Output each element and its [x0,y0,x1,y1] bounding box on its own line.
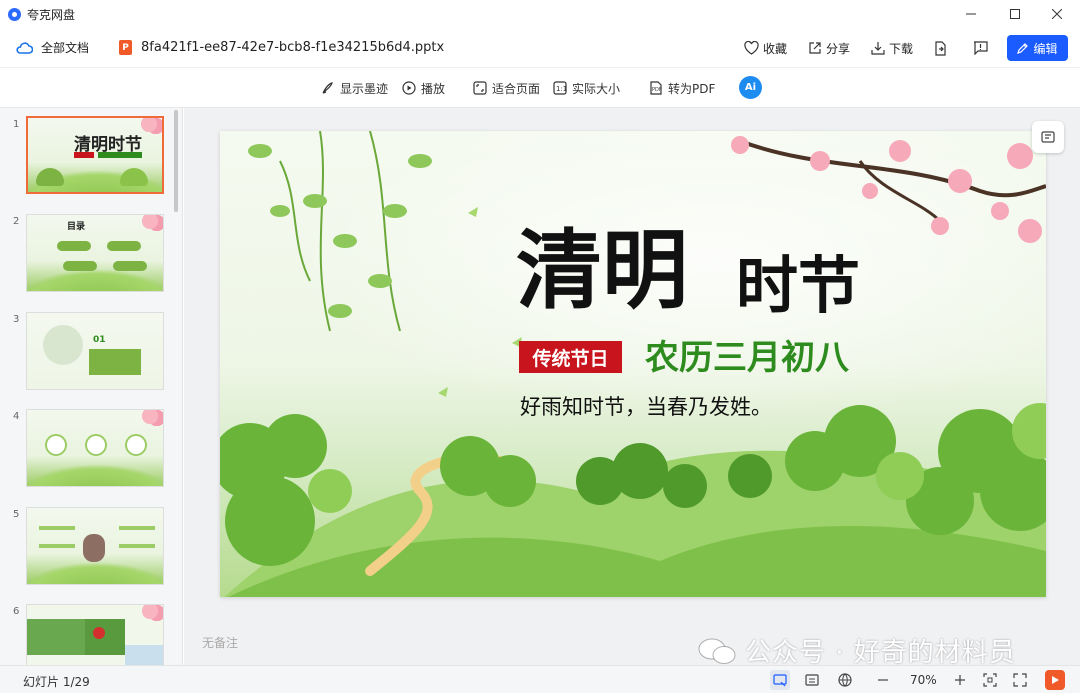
all-documents-link[interactable]: 全部文档 [16,39,89,56]
thumbnail-number: 6 [13,606,20,617]
zoom-out-button[interactable] [873,670,893,690]
slideshow-play-button[interactable] [1045,670,1065,690]
edit-button[interactable]: 编辑 [1007,35,1068,61]
download-label: 下载 [889,41,914,56]
share-button[interactable]: 分享 [808,28,850,68]
fullscreen-button[interactable] [1010,670,1030,690]
svg-text:1:1: 1:1 [556,85,567,93]
convert-pdf-button[interactable]: PDF 转为PDF [649,68,715,108]
slide-title: 清明 [516,221,688,321]
feedback-button[interactable] [973,28,992,68]
close-icon [1052,9,1062,19]
normal-view-icon [773,674,787,687]
slide-title-suffix: 时节 [736,249,861,322]
all-documents-label: 全部文档 [41,41,90,55]
notes-placeholder: 无备注 [202,636,239,650]
show-ink-button[interactable]: 显示墨迹 [321,68,388,108]
slide-tag-badge: 传统节日 [519,341,622,373]
ai-assistant-button[interactable]: Ai [739,76,762,99]
minimize-icon [966,13,976,15]
close-button[interactable] [1034,0,1080,28]
play-circle-icon [402,81,416,95]
pencil-icon [1017,43,1029,54]
export-button[interactable] [934,28,951,68]
minus-icon [878,679,888,681]
maximize-icon [1010,9,1020,19]
pptx-file-icon: P [119,40,133,55]
play-button[interactable]: 播放 [402,68,445,108]
language-button[interactable] [835,670,855,690]
thumbnail-number: 5 [13,509,20,520]
zoom-level[interactable]: 70% [910,673,937,687]
slide-thumbnail-4[interactable] [26,409,164,487]
favorite-button[interactable]: 收藏 [744,28,787,68]
thumbnail-number: 4 [13,411,20,422]
thumbnail-title: 01 [93,335,106,345]
thumbnail-number: 3 [13,314,20,325]
file-export-icon [935,40,946,56]
app-logo [8,7,21,21]
notes-view-button[interactable] [802,670,822,690]
play-label: 播放 [421,81,446,96]
normal-view-button[interactable] [770,670,790,690]
file-name: 8fa421f1-ee87-42e7-bcb8-f1e34215b6d4.ppt… [141,40,445,55]
actual-size-icon: 1:1 [553,81,567,95]
fit-page-label: 适合页面 [492,81,541,96]
title-bar: 夸克网盘 [0,0,1080,28]
layout-icon [1041,131,1055,143]
slide-poem: 好雨知时节，当春乃发姓。 [520,395,772,419]
slide-thumbnail-6[interactable] [26,604,164,665]
app-title: 夸克网盘 [27,7,76,22]
heart-icon [744,41,759,55]
plus-icon [955,675,965,685]
play-icon [1052,676,1059,684]
share-label: 分享 [826,41,851,56]
actual-size-label: 实际大小 [572,81,621,96]
show-ink-label: 显示墨迹 [340,81,389,96]
download-icon [871,42,885,55]
slide-thumbnail-3[interactable]: 01 [26,312,164,390]
thumbnail-number: 1 [13,119,20,130]
slide-thumbnails-panel[interactable]: 1 清明时节 2 目录 3 01 4 5 6 [0,108,183,665]
fullscreen-icon [1013,673,1027,687]
thumbnails-scrollbar[interactable] [174,110,178,212]
notes-icon [805,674,819,686]
slide-scenery-graphic [220,131,1046,597]
zoom-in-button[interactable] [950,670,970,690]
svg-text:PDF: PDF [652,87,662,93]
thumbnail-number: 2 [13,216,20,227]
maximize-button[interactable] [992,0,1038,28]
slide-preview: 清明 时节 传统节日 农历三月初八 好雨知时节，当春乃发姓。 [220,131,1046,597]
feedback-icon [974,41,988,55]
slide-thumbnail-5[interactable] [26,507,164,585]
edit-label: 编辑 [1033,41,1058,56]
cloud-icon [16,42,33,54]
fit-page-icon [473,81,487,95]
slide-options-button[interactable] [1032,121,1064,153]
slide-counter: 幻灯片 1/29 [23,675,90,689]
wechat-icon [698,638,736,664]
download-button[interactable]: 下载 [871,28,913,68]
slide-thumbnail-2[interactable]: 目录 [26,214,164,292]
thumbnail-title: 目录 [67,222,86,232]
favorite-label: 收藏 [763,41,788,56]
minimize-button[interactable] [948,0,994,28]
watermark: 公众号 · 好奇的材料员 [697,632,1016,669]
pdf-icon: PDF [650,81,662,95]
status-bar: 幻灯片 1/29 70% [0,665,1080,693]
share-icon [809,42,821,54]
viewer-toolbar: 显示墨迹 播放 适合页面 1:1 实际大小 PDF 转为PDF [0,68,1080,108]
fit-screen-button[interactable] [980,670,1000,690]
document-header: 全部文档 P 8fa421f1-ee87-42e7-bcb8-f1e34215b… [0,28,1080,68]
ink-pen-icon [322,82,333,94]
actual-size-button[interactable]: 1:1 实际大小 [553,68,620,108]
fit-page-button[interactable]: 适合页面 [473,68,540,108]
globe-icon [838,673,852,687]
slide-subtitle: 农历三月初八 [645,338,849,378]
slide-thumbnail-1[interactable]: 清明时节 [26,116,164,194]
fit-screen-icon [983,673,997,687]
convert-pdf-label: 转为PDF [668,81,716,96]
watermark-text: 公众号 · 好奇的材料员 [745,638,1016,668]
